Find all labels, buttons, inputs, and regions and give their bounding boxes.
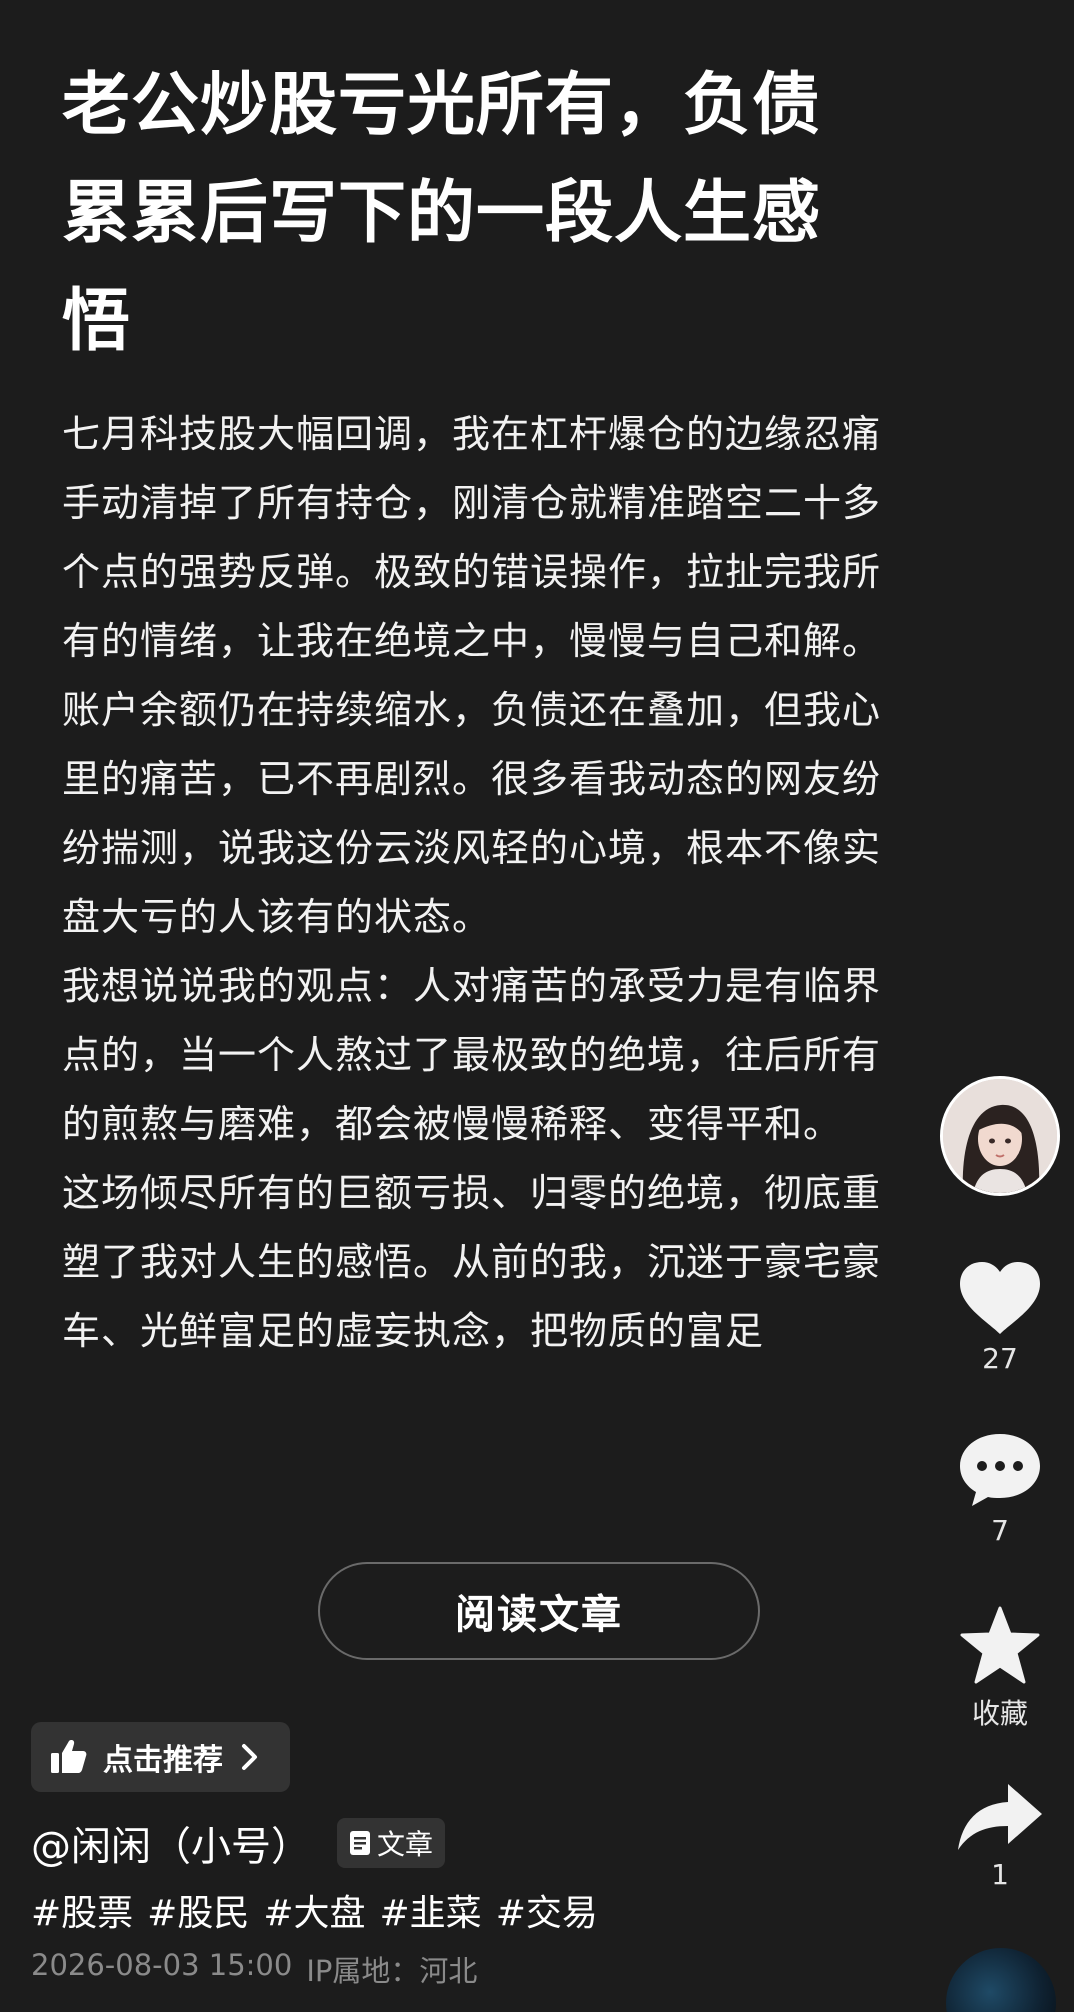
recommend-label: 点击推荐 xyxy=(103,1743,223,1778)
hashtag[interactable]: #股票 xyxy=(31,1884,133,1936)
favorite-button[interactable]: 收藏 xyxy=(940,1606,1060,1732)
hashtag-list: #股票 #股民 #大盘 #韭菜 #交易 xyxy=(31,1884,612,1936)
hashtag[interactable]: #韭菜 xyxy=(380,1884,482,1936)
hashtag[interactable]: #股民 xyxy=(147,1884,249,1936)
like-count: 27 xyxy=(982,1342,1018,1375)
avatar[interactable] xyxy=(940,1076,1060,1196)
thumbs-up-icon xyxy=(51,1740,87,1773)
author-row: @闲闲（小号） 文章 xyxy=(31,1812,446,1874)
avatar-portrait-icon xyxy=(943,1079,1057,1193)
heart-icon xyxy=(960,1262,1040,1334)
post-datetime: 2026-08-03 15:00 xyxy=(31,1948,293,1982)
article-paragraph: 七月科技股大幅回调，我在杠杆爆仓的边缘忍痛手动清掉了所有持仓，刚清仓就精准踏空二… xyxy=(62,412,882,663)
content-type-label: 文章 xyxy=(377,1828,434,1861)
article-screen: 老公炒股亏光所有，负债累累后写下的一段人生感悟 七月科技股大幅回调，我在杠杆爆仓… xyxy=(0,0,1074,2012)
comment-bubble-icon xyxy=(960,1434,1040,1506)
star-icon xyxy=(960,1606,1040,1684)
article-paragraph: 这场倾尽所有的巨额亏损、归零的绝境，彻底重塑了我对人生的感悟。从前的我，沉迷于豪… xyxy=(62,1171,882,1353)
author-name[interactable]: @闲闲（小号） xyxy=(31,1814,311,1872)
post-meta: 2026-08-03 15:00 IP属地：河北 xyxy=(31,1948,491,1990)
article-body: 七月科技股大幅回调，我在杠杆爆仓的边缘忍痛手动清掉了所有持仓，刚清仓就精准踏空二… xyxy=(62,400,882,1500)
share-count: 1 xyxy=(991,1858,1009,1891)
hashtag[interactable]: #交易 xyxy=(496,1884,598,1936)
hashtag[interactable]: #大盘 xyxy=(263,1884,365,1936)
ip-location: IP属地：河北 xyxy=(306,1954,478,1988)
article-title: 老公炒股亏光所有，负债累累后写下的一段人生感悟 xyxy=(62,66,822,361)
document-icon xyxy=(350,1831,370,1855)
music-disc-icon[interactable] xyxy=(946,1948,1056,2012)
article-paragraph: 我想说说我的观点：人对痛苦的承受力是有临界点的，当一个人熬过了最极致的绝境，往后… xyxy=(62,964,882,1146)
favorite-label: 收藏 xyxy=(971,1697,1028,1730)
share-button[interactable]: 1 xyxy=(940,1782,1060,1891)
comment-count: 7 xyxy=(991,1514,1009,1547)
chevron-right-icon xyxy=(242,1744,257,1770)
comment-button[interactable]: 7 xyxy=(940,1432,1060,1547)
share-arrow-icon xyxy=(958,1784,1042,1850)
read-article-button[interactable]: 阅读文章 xyxy=(318,1562,760,1660)
content-type-badge: 文章 xyxy=(337,1818,446,1868)
recommend-button[interactable]: 点击推荐 xyxy=(31,1722,290,1792)
article-paragraph: 账户余额仍在持续缩水，负债还在叠加，但我心里的痛苦，已不再剧烈。很多看我动态的网… xyxy=(62,688,882,939)
like-button[interactable]: 27 xyxy=(940,1260,1060,1375)
